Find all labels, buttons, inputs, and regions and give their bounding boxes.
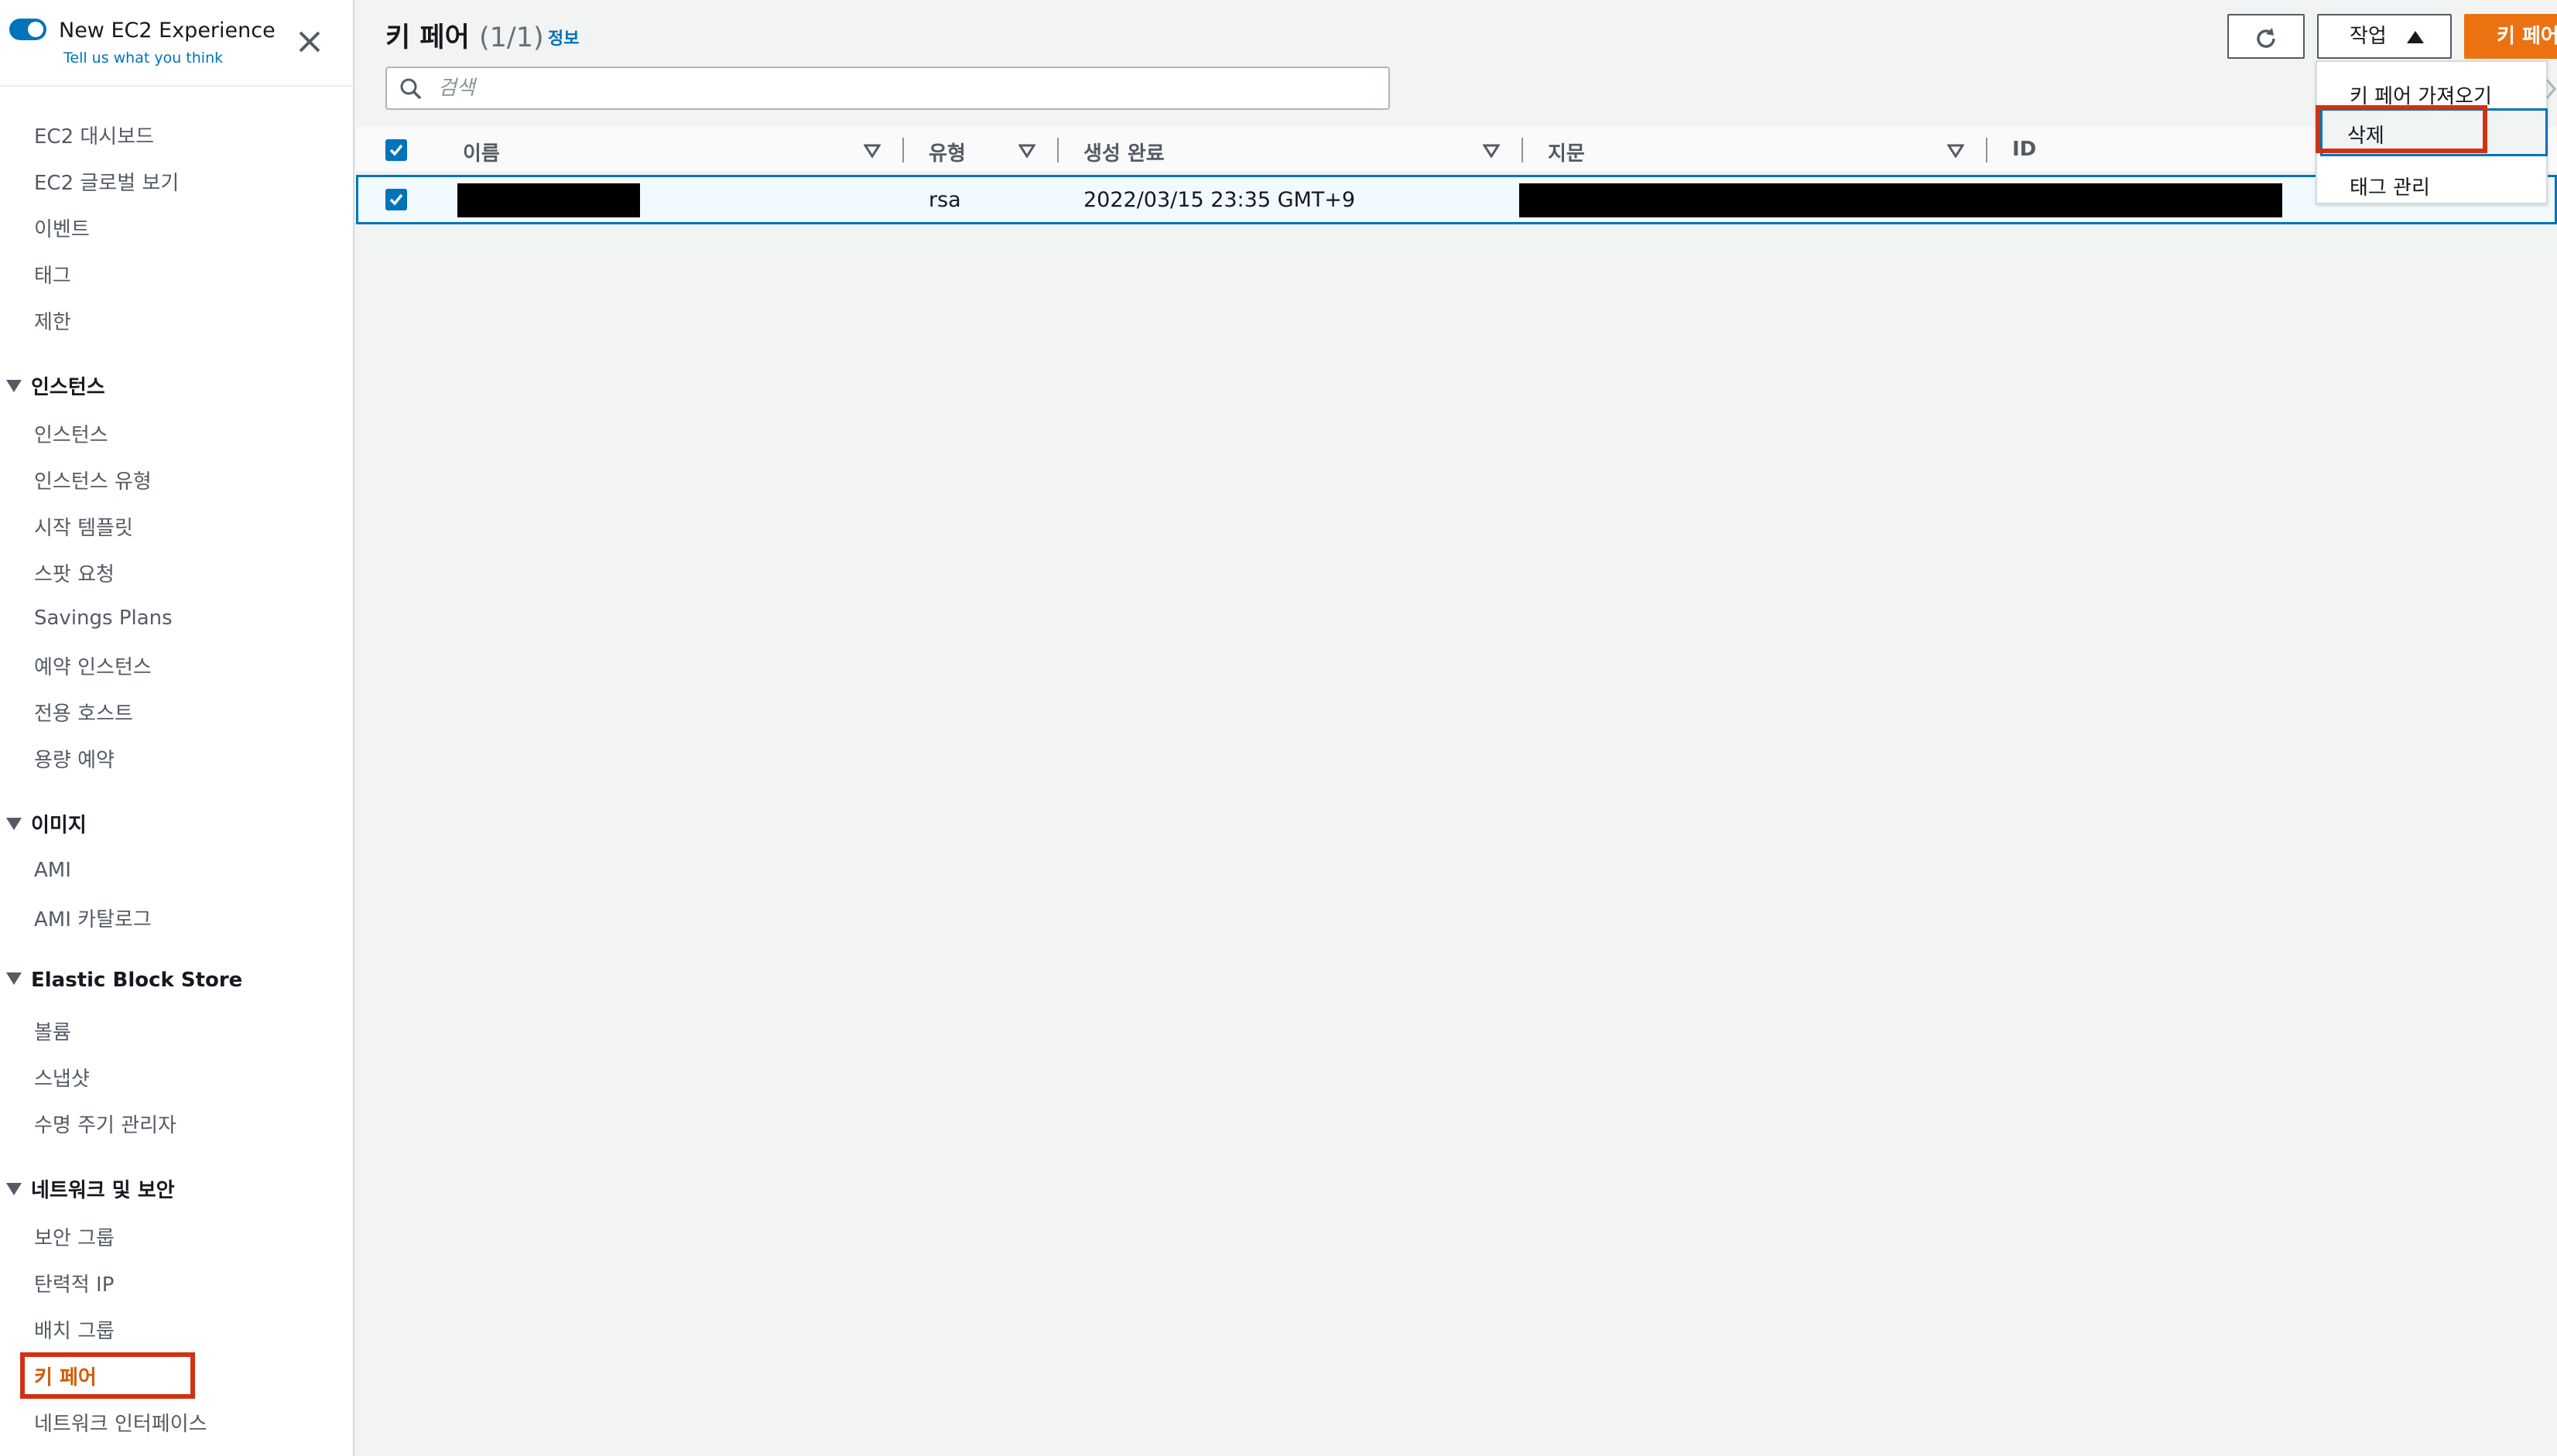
close-icon[interactable] xyxy=(294,26,325,57)
select-all-checkbox[interactable] xyxy=(385,139,407,161)
column-header-id[interactable]: ID xyxy=(2012,138,2036,161)
column-header-fingerprint[interactable]: 지문 xyxy=(1548,138,1585,166)
sidebar-item-elastic-ips[interactable]: 탄력적 IP xyxy=(34,1269,114,1297)
sidebar-group-network-security[interactable]: 네트워크 및 보안 xyxy=(6,1174,175,1203)
search-input[interactable] xyxy=(438,73,1367,104)
column-separator[interactable] xyxy=(1986,138,1987,162)
sidebar-item-spot-requests[interactable]: 스팟 요청 xyxy=(34,559,115,587)
highlight-delete xyxy=(2316,105,2487,153)
sidebar-item-security-groups[interactable]: 보안 그룹 xyxy=(34,1222,115,1251)
sidebar-item-volumes[interactable]: 볼륨 xyxy=(34,1017,71,1045)
chevron-right-icon xyxy=(2545,79,2556,99)
sort-icon[interactable] xyxy=(1483,144,1500,158)
sidebar-item-ec2-global-view[interactable]: EC2 글로벌 보기 xyxy=(34,167,179,196)
feedback-link[interactable]: Tell us what you think xyxy=(63,50,223,67)
sidebar-group-images[interactable]: 이미지 xyxy=(6,809,87,838)
sidebar-item-placement-groups[interactable]: 배치 그룹 xyxy=(34,1315,115,1344)
new-experience-title: New EC2 Experience xyxy=(59,19,276,43)
column-header-created[interactable]: 생성 완료 xyxy=(1083,138,1165,166)
actions-button-label: 작업 xyxy=(2350,25,2387,48)
check-icon xyxy=(389,193,403,206)
sidebar-group-label: 인스턴스 xyxy=(31,376,105,399)
actions-button[interactable]: 작업 xyxy=(2317,14,2452,59)
create-key-pair-label: 키 페어 생성 xyxy=(2497,25,2557,48)
page-title-count: (1/1) xyxy=(478,22,544,53)
column-separator[interactable] xyxy=(902,138,904,162)
sidebar-group-instances[interactable]: 인스턴스 xyxy=(6,371,105,400)
sidebar-group-label: 네트워크 및 보안 xyxy=(31,1179,175,1202)
row-checkbox[interactable] xyxy=(385,189,407,210)
search-field[interactable] xyxy=(385,67,1390,110)
check-icon xyxy=(389,144,403,156)
column-separator[interactable] xyxy=(1522,138,1523,162)
sidebar-item-ami[interactable]: AMI xyxy=(34,859,71,882)
page-title-text: 키 페어 xyxy=(385,22,470,53)
sort-icon[interactable] xyxy=(1018,144,1035,158)
sidebar-item-ec2-dashboard[interactable]: EC2 대시보드 xyxy=(34,121,154,149)
sidebar-item-events[interactable]: 이벤트 xyxy=(34,214,90,242)
sort-icon[interactable] xyxy=(864,144,881,158)
table-header: 이름 유형 생성 완료 지문 ID xyxy=(356,127,2557,173)
create-key-pair-button[interactable]: 키 페어 생성 xyxy=(2464,14,2557,59)
caret-up-icon xyxy=(2407,31,2424,43)
refresh-icon xyxy=(2257,28,2275,48)
redacted-fingerprint xyxy=(1519,183,2282,217)
page-title: 키 페어 (1/1) xyxy=(385,15,544,55)
sidebar-item-reserved-instances[interactable]: 예약 인스턴스 xyxy=(34,651,152,680)
column-separator[interactable] xyxy=(1057,138,1059,162)
info-link[interactable]: 정보 xyxy=(548,25,579,50)
sidebar-item-limits[interactable]: 제한 xyxy=(34,306,71,335)
cell-created: 2022/03/15 23:35 GMT+9 xyxy=(1083,188,1356,212)
sidebar-item-dedicated-hosts[interactable]: 전용 호스트 xyxy=(34,698,133,726)
sidebar-item-snapshots[interactable]: 스냅샷 xyxy=(34,1063,90,1092)
sidebar-item-savings-plans[interactable]: Savings Plans xyxy=(34,607,173,630)
sidebar-item-instance-types[interactable]: 인스턴스 유형 xyxy=(34,466,152,494)
sidebar-group-label: Elastic Block Store xyxy=(31,969,243,992)
caret-down-icon xyxy=(6,1183,22,1195)
sort-icon[interactable] xyxy=(1947,144,1964,158)
sidebar-group-label: 이미지 xyxy=(31,814,87,837)
sidebar-divider xyxy=(0,85,353,87)
column-header-name[interactable]: 이름 xyxy=(463,138,500,166)
new-experience-toggle[interactable] xyxy=(9,19,46,40)
caret-down-icon xyxy=(6,972,22,985)
menu-item-manage-tags[interactable]: 태그 관리 xyxy=(2350,172,2430,200)
cell-type: rsa xyxy=(929,188,961,212)
sidebar-item-lifecycle-manager[interactable]: 수명 주기 관리자 xyxy=(34,1109,176,1138)
column-header-type[interactable]: 유형 xyxy=(929,138,966,166)
sidebar-item-instances[interactable]: 인스턴스 xyxy=(34,419,108,448)
caret-down-icon xyxy=(6,380,22,392)
caret-down-icon xyxy=(6,818,22,830)
redacted-name xyxy=(457,183,640,217)
table-row[interactable]: rsa 2022/03/15 23:35 GMT+9 xyxy=(356,175,2557,224)
sidebar-group-ebs[interactable]: Elastic Block Store xyxy=(6,969,242,992)
highlight-key-pairs xyxy=(20,1352,195,1399)
sidebar-item-network-interfaces[interactable]: 네트워크 인터페이스 xyxy=(34,1408,207,1437)
search-icon xyxy=(400,78,422,100)
sidebar-nav: New EC2 Experience Tell us what you thin… xyxy=(0,0,354,1456)
sidebar-item-tags[interactable]: 태그 xyxy=(34,260,71,289)
refresh-button[interactable] xyxy=(2227,14,2305,59)
sidebar-item-launch-templates[interactable]: 시작 템플릿 xyxy=(34,512,133,541)
sidebar-item-capacity-reservations[interactable]: 용량 예약 xyxy=(34,744,115,773)
sidebar-item-ami-catalog[interactable]: AMI 카탈로그 xyxy=(34,904,152,932)
